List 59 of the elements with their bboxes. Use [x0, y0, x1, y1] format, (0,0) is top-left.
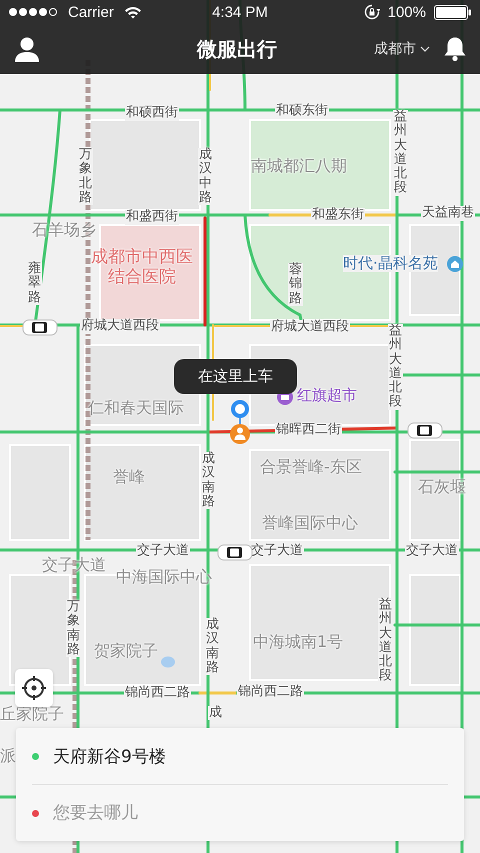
battery-icon — [434, 4, 472, 20]
car-icon — [217, 544, 253, 561]
pond-icon — [160, 656, 176, 668]
pickup-pin-icon — [229, 400, 251, 445]
locate-button[interactable] — [15, 669, 53, 707]
bell-icon[interactable] — [444, 36, 466, 62]
city-selector[interactable]: 成都市 — [374, 40, 430, 58]
street-label: 天益南巷 — [421, 206, 475, 221]
user-icon[interactable] — [14, 36, 40, 62]
street-label: 府城大道西段 — [80, 319, 160, 334]
street-label: 益州大道北段 — [393, 110, 408, 196]
place-label: 仁和春天国际 — [88, 399, 184, 418]
car-icon — [22, 319, 58, 336]
hospital-label: 成都市中西医结合医院 — [90, 248, 194, 288]
pickup-tooltip: 在这里上车 — [174, 359, 297, 394]
street-label: 交子大道 — [405, 544, 459, 559]
street-label: 府城大道西段 — [270, 320, 350, 335]
street-label: 成汉中路 — [198, 148, 213, 206]
street-label: 和硕东街 — [275, 104, 329, 119]
rotation-lock-icon — [364, 4, 380, 20]
street-label: 锦晖西二街 — [275, 423, 342, 438]
place-label: 中海城南1号 — [253, 633, 344, 652]
battery-percent: 100% — [388, 4, 426, 20]
street-label: 交子大道 — [136, 544, 190, 559]
signal-icon — [8, 7, 58, 17]
car-icon — [407, 422, 443, 439]
place-label: 誉峰 — [113, 468, 145, 486]
street-label: 万象北路 — [78, 148, 93, 206]
clock-time: 4:34 PM — [212, 4, 268, 20]
street-label: 交子大道 — [250, 544, 304, 559]
street-label: 和盛西街 — [125, 210, 179, 225]
street-label: 雍翠路 — [27, 262, 42, 305]
street-label: 益州大道北段 — [378, 598, 393, 684]
street-label: 益州大道北段 — [388, 324, 403, 410]
street-label: 和硕西街 — [125, 106, 179, 121]
chevron-down-icon — [420, 46, 430, 52]
street-label: 蓉锦路 — [288, 263, 303, 306]
destination-field[interactable]: 您要去哪儿 — [53, 799, 448, 827]
place-label: 丘家院子 — [0, 705, 64, 724]
place-label: 贺家院子 — [94, 642, 158, 660]
street-label: 万象南路 — [66, 600, 81, 658]
wifi-icon — [124, 6, 142, 18]
app-title: 微服出行 — [197, 36, 277, 62]
street-label: 成 — [208, 706, 223, 720]
pickup-field[interactable]: 天府新谷9号楼 — [53, 742, 448, 770]
street-label: 锦尚西二路 — [124, 686, 191, 701]
building-icon — [447, 256, 463, 272]
place-label: 誉峰国际中心 — [262, 514, 358, 532]
place-label: 派 — [0, 747, 16, 766]
place-label: 合景誉峰-东区 — [260, 458, 362, 476]
place-label: 时代·晶科名苑 — [343, 255, 438, 272]
carrier-name: Carrier — [68, 4, 114, 20]
street-label: 和盛东街 — [311, 208, 365, 223]
street-label: 成汉南路 — [205, 618, 220, 676]
place-label: 南城都汇八期 — [251, 157, 347, 176]
street-label: 成汉南路 — [201, 452, 216, 510]
shop-label: 红旗超市 — [297, 387, 357, 404]
crosshair-icon — [21, 675, 47, 701]
street-label: 锦尚西二路 — [237, 685, 304, 700]
